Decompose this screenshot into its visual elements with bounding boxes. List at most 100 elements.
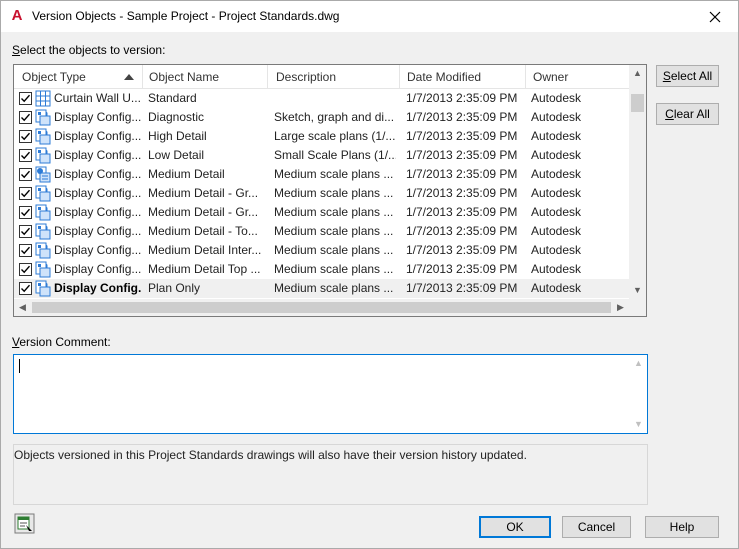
cell-type: Display Config... xyxy=(54,224,142,238)
display-config-icon xyxy=(35,261,51,278)
row-checkbox[interactable] xyxy=(19,149,32,162)
row-checkbox[interactable] xyxy=(19,244,32,257)
display-manager-icon xyxy=(14,513,35,534)
list-header: Object Type Object Name Description Date… xyxy=(14,65,646,89)
cell-date: 1/7/2013 2:35:09 PM xyxy=(406,148,518,162)
row-checkbox[interactable] xyxy=(19,263,32,276)
table-row[interactable]: Display Config... Medium Detail - Gr... Me… xyxy=(14,184,629,203)
row-checkbox[interactable] xyxy=(19,92,32,105)
sort-ascending-icon xyxy=(124,74,134,80)
column-header-object-type[interactable]: Object Type xyxy=(14,65,143,89)
cell-name: Medium Detail - To... xyxy=(148,224,258,238)
vertical-scroll-thumb[interactable] xyxy=(631,94,644,112)
close-button[interactable] xyxy=(692,1,738,32)
cell-owner: Autodesk xyxy=(531,262,582,276)
scroll-right-icon[interactable]: ▶ xyxy=(612,299,629,316)
display-config-icon xyxy=(35,185,51,202)
table-row[interactable]: Display Config... High Detail Large scale … xyxy=(14,127,629,146)
scroll-up-icon[interactable]: ▲ xyxy=(629,65,646,82)
curtain-wall-icon xyxy=(35,90,51,107)
cell-owner: Autodesk xyxy=(531,224,582,238)
cell-owner: Autodesk xyxy=(531,167,582,181)
cell-type: Curtain Wall U... xyxy=(54,91,141,105)
close-icon xyxy=(709,11,721,22)
scroll-left-icon[interactable]: ◀ xyxy=(14,299,31,316)
cell-description: Medium scale plans ... xyxy=(274,167,394,181)
row-checkbox[interactable] xyxy=(19,168,32,181)
cell-type: Display Config... xyxy=(54,205,142,219)
table-row[interactable]: Display Config... Medium Detail Inter... M… xyxy=(14,241,629,260)
cell-owner: Autodesk xyxy=(531,205,582,219)
column-header-description[interactable]: Description xyxy=(268,65,400,89)
row-checkbox[interactable] xyxy=(19,225,32,238)
cell-name: Standard xyxy=(148,91,197,105)
cell-type: Display Config... xyxy=(54,243,142,257)
version-comment-field[interactable]: ▲ ▼ xyxy=(13,354,648,434)
cell-description: Medium scale plans ... xyxy=(274,281,394,295)
cell-name: Medium Detail Top ... xyxy=(148,262,261,276)
cell-type: Display Config... xyxy=(54,110,142,124)
help-button[interactable]: Help xyxy=(645,516,719,538)
display-config-set-icon xyxy=(35,166,51,183)
cell-type: Display Config... xyxy=(54,167,142,181)
cancel-button[interactable]: Cancel xyxy=(562,516,631,538)
cell-date: 1/7/2013 2:35:09 PM xyxy=(406,186,518,200)
row-checkbox[interactable] xyxy=(19,282,32,295)
display-manager-button[interactable] xyxy=(14,513,35,534)
table-row[interactable]: Display Config... Low Detail Small Scale P… xyxy=(14,146,629,165)
table-row[interactable]: Curtain Wall U... Standard 1/7/2013 2:35:0… xyxy=(14,89,629,108)
cell-date: 1/7/2013 2:35:09 PM xyxy=(406,224,518,238)
cell-owner: Autodesk xyxy=(531,243,582,257)
select-all-button[interactable]: Select All xyxy=(656,65,719,87)
display-config-icon xyxy=(35,242,51,259)
row-checkbox[interactable] xyxy=(19,130,32,143)
row-checkbox[interactable] xyxy=(19,111,32,124)
comment-scrollbar[interactable]: ▲ ▼ xyxy=(630,355,647,433)
horizontal-scrollbar[interactable]: ◀ ▶ xyxy=(14,299,629,316)
cell-type: Display Config... xyxy=(54,129,142,143)
column-header-date-modified[interactable]: Date Modified xyxy=(400,65,526,89)
horizontal-scroll-thumb[interactable] xyxy=(32,302,611,313)
comment-scroll-down-icon[interactable]: ▼ xyxy=(630,416,647,433)
cell-description: Medium scale plans ... xyxy=(274,186,394,200)
cell-date: 1/7/2013 2:35:09 PM xyxy=(406,281,518,295)
table-row[interactable]: Display Config... Medium Detail Medium sca… xyxy=(14,165,629,184)
display-config-icon xyxy=(35,280,51,297)
cell-owner: Autodesk xyxy=(531,129,582,143)
cell-description: Medium scale plans ... xyxy=(274,243,394,257)
cell-name: Medium Detail - Gr... xyxy=(148,186,259,200)
cell-type: Display Config... xyxy=(54,281,142,295)
cell-owner: Autodesk xyxy=(531,186,582,200)
cell-name: Medium Detail Inter... xyxy=(148,243,262,257)
cell-type: Display Config... xyxy=(54,262,142,276)
row-checkbox[interactable] xyxy=(19,206,32,219)
cell-name: Low Detail xyxy=(148,148,205,162)
objects-list[interactable]: Object Type Object Name Description Date… xyxy=(13,64,647,317)
cell-name: Diagnostic xyxy=(148,110,205,124)
cell-owner: Autodesk xyxy=(531,110,582,124)
column-header-owner[interactable]: Owner xyxy=(526,65,629,89)
table-row[interactable]: Display Config... Diagnostic Sketch, graph… xyxy=(14,108,629,127)
title-bar: A Version Objects - Sample Project - Pro… xyxy=(1,1,738,32)
column-header-object-name[interactable]: Object Name xyxy=(143,65,268,89)
cell-date: 1/7/2013 2:35:09 PM xyxy=(406,262,518,276)
ok-button[interactable]: OK xyxy=(479,516,551,538)
scroll-down-icon[interactable]: ▼ xyxy=(629,282,646,299)
info-panel: Objects versioned in this Project Standa… xyxy=(13,444,648,505)
cell-description: Small Scale Plans (1/... xyxy=(274,148,396,162)
cell-date: 1/7/2013 2:35:09 PM xyxy=(406,243,518,257)
table-row[interactable]: Display Config... Medium Detail - To... Me… xyxy=(14,222,629,241)
comment-scroll-up-icon[interactable]: ▲ xyxy=(630,355,647,372)
cell-name: High Detail xyxy=(148,129,207,143)
clear-all-button[interactable]: Clear All xyxy=(656,103,719,125)
table-row[interactable]: Display Config... Medium Detail - Gr... Me… xyxy=(14,203,629,222)
table-row[interactable]: Display Config... Medium Detail Top ... Me… xyxy=(14,260,629,279)
vertical-scrollbar[interactable]: ▲ ▼ xyxy=(629,65,646,299)
info-text: Objects versioned in this Project Standa… xyxy=(14,448,527,462)
cell-owner: Autodesk xyxy=(531,281,582,295)
row-checkbox[interactable] xyxy=(19,187,32,200)
table-row[interactable]: Display Config... Plan Only Medium scale p… xyxy=(14,279,629,298)
window-title: Version Objects - Sample Project - Proje… xyxy=(32,9,340,23)
cell-type: Display Config... xyxy=(54,186,142,200)
select-objects-label: Select the objects to version: xyxy=(12,43,166,57)
